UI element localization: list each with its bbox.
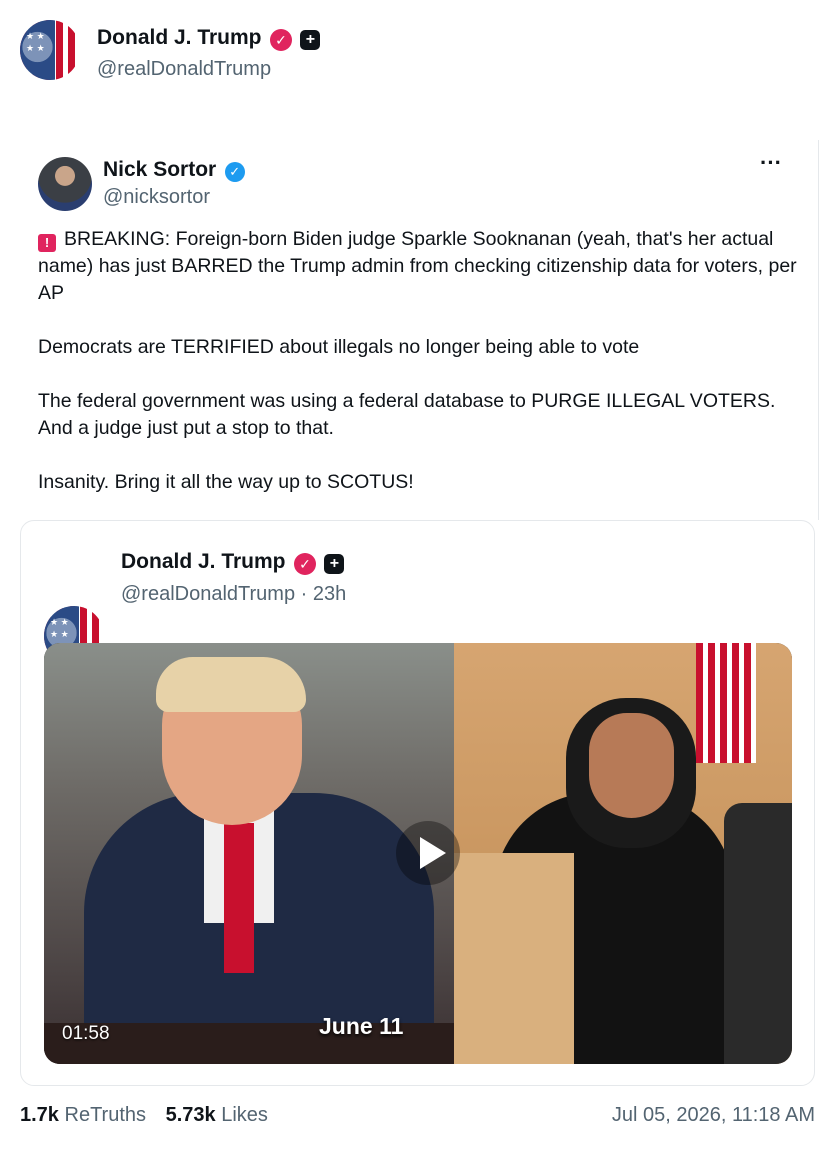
play-icon[interactable] bbox=[396, 821, 460, 885]
chair bbox=[724, 803, 792, 1064]
flag bbox=[696, 643, 756, 763]
verified-check-icon: ✓ bbox=[224, 161, 245, 182]
likes-stat[interactable]: 5.73k Likes bbox=[166, 1104, 268, 1126]
figure-head bbox=[589, 713, 674, 818]
post-stats: 1.7k ReTruths 5.73k Likes bbox=[20, 1104, 268, 1127]
embedded-author-name[interactable]: Donald J. Trump bbox=[121, 550, 286, 573]
plus-badge-icon: + bbox=[324, 553, 345, 574]
video-overlay-text: June 11 bbox=[319, 1013, 404, 1039]
post-timestamp[interactable]: Jul 05, 2026, 11:18 AM bbox=[612, 1104, 815, 1127]
likes-count: 5.73k bbox=[165, 1104, 216, 1126]
figure-tie bbox=[224, 823, 254, 973]
verified-badge-icon: ✓ bbox=[293, 552, 316, 575]
paragraph-3: The federal government was using a feder… bbox=[38, 390, 776, 439]
author-avatar[interactable] bbox=[20, 20, 80, 80]
quoted-author-handle[interactable]: @nicksortor bbox=[103, 186, 210, 209]
video-left-frame bbox=[44, 643, 454, 1064]
author-handle[interactable]: @realDonaldTrump bbox=[97, 58, 271, 81]
figure-hair bbox=[156, 657, 306, 712]
paragraph-4: Insanity. Bring it all the way up to SCO… bbox=[38, 471, 414, 493]
quoted-author-avatar[interactable] bbox=[38, 157, 92, 211]
paragraph-1: ! BREAKING: Foreign-born Biden judge Spar… bbox=[38, 228, 797, 304]
video-player[interactable]: 01:58 June 11 bbox=[44, 643, 792, 1064]
video-right-frame bbox=[454, 643, 792, 1064]
retruths-count: 1.7k bbox=[20, 1104, 59, 1126]
verified-badge-icon: ✓ bbox=[269, 28, 292, 51]
retruths-stat[interactable]: 1.7k ReTruths bbox=[20, 1104, 152, 1126]
more-options-button[interactable]: ··· bbox=[760, 150, 782, 176]
retruths-label: ReTruths bbox=[64, 1104, 147, 1126]
video-duration: 01:58 bbox=[62, 1023, 110, 1044]
table bbox=[454, 853, 574, 1064]
post-header: Donald J. Trump ✓ + bbox=[97, 26, 321, 51]
quoted-header: Nick Sortor ✓ bbox=[103, 158, 245, 182]
quoted-author-name[interactable]: Nick Sortor bbox=[103, 158, 216, 181]
quoted-body: ! BREAKING: Foreign-born Biden judge Spar… bbox=[38, 226, 803, 496]
embedded-meta: @realDonaldTrump · 23h bbox=[121, 583, 346, 606]
author-name[interactable]: Donald J. Trump bbox=[97, 26, 262, 49]
paragraph-2: Democrats are TERRIFIED about illegals n… bbox=[38, 336, 640, 358]
embedded-header: Donald J. Trump ✓ + bbox=[121, 550, 345, 575]
alert-siren-icon: ! bbox=[38, 234, 56, 252]
embedded-time[interactable]: · 23h bbox=[301, 583, 347, 605]
embedded-author-handle[interactable]: @realDonaldTrump bbox=[121, 583, 295, 605]
likes-label: Likes bbox=[221, 1104, 268, 1126]
plus-badge-icon: + bbox=[300, 29, 321, 50]
